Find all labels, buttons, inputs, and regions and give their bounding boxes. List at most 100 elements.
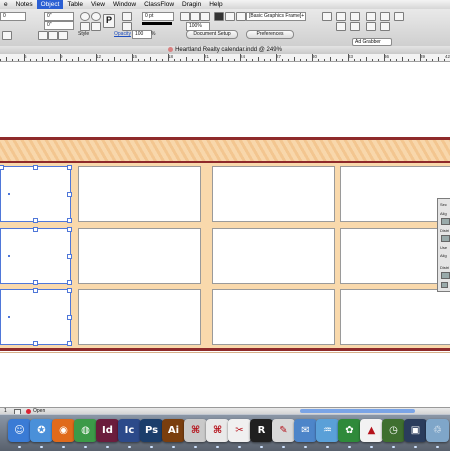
distribute-spacing-icon[interactable] [441,272,450,279]
calendar-cell[interactable] [212,228,335,284]
calendar-cell[interactable] [78,166,201,222]
wrap-shape-icon[interactable] [236,12,246,21]
use-spacing-checkbox[interactable] [441,282,448,288]
calendar-cell-selected[interactable] [0,165,72,223]
stroke-type-preview[interactable] [142,22,172,25]
dock-chrome-icon[interactable]: ◍ [74,419,97,442]
calendar-cell[interactable] [212,166,335,222]
menu-view[interactable]: View [87,0,109,9]
menu-help[interactable]: Help [205,0,226,9]
fit-frame-icon[interactable] [190,12,200,21]
chevron-banner[interactable] [0,140,450,161]
x-position-field[interactable]: 0 [0,12,26,21]
dock-safari-icon[interactable]: ✪ [30,419,53,442]
resize-handle[interactable] [33,341,38,346]
align-center-icon[interactable] [350,12,360,21]
dock-mail-icon[interactable]: ✉ [294,419,317,442]
calendar-cell[interactable] [78,289,201,345]
calendar-cell-selected[interactable] [0,227,72,285]
text-wrap-icon[interactable] [214,12,224,21]
menu-dragin[interactable]: Dragin [178,0,205,9]
horizontal-scrollbar[interactable] [300,409,415,413]
rotate-icon[interactable] [80,12,90,21]
close-icon[interactable] [168,46,174,52]
ad-grabber-tab[interactable]: Ad Grabber [352,38,392,46]
align-to-label[interactable]: Alig [440,253,447,258]
calendar-cell[interactable] [340,228,450,284]
resize-handle[interactable] [67,254,72,259]
resize-handle[interactable] [67,341,72,346]
dock-illustrator-icon[interactable]: Ai [162,419,185,442]
stroke-swatch-icon[interactable] [122,22,132,31]
dock-indesign-icon[interactable]: Id [96,419,119,442]
distribute-objects-icon[interactable] [441,235,450,242]
fit-content-icon[interactable] [180,12,190,21]
arrow-down-icon[interactable] [58,31,68,40]
fill-swatch-icon[interactable] [122,12,132,21]
align-left-icon[interactable] [336,12,346,21]
resize-handle[interactable] [67,227,72,232]
dock-monitor-icon[interactable]: ▣ [404,419,427,442]
menu-object[interactable]: Object [36,0,64,9]
width-field[interactable]: 0" [44,12,74,21]
calendar-cell[interactable] [212,289,335,345]
resize-handle[interactable] [67,165,72,170]
dock-pdf-tool-icon[interactable]: ✂ [228,419,251,442]
dock-vlc-icon[interactable]: ▲ [360,419,383,442]
align-objects-icon[interactable] [441,218,450,225]
dock-preview-icon[interactable]: ✎ [272,419,295,442]
flip-horizontal-icon[interactable] [80,22,90,31]
calendar-cell-selected[interactable] [0,288,72,346]
resize-handle[interactable] [67,192,72,197]
object-style-select[interactable]: [Basic Graphics Frame]+ [246,12,306,21]
dock-incopy-icon[interactable]: Ic [118,419,141,442]
resize-handle[interactable] [33,165,38,170]
resize-handle[interactable] [67,280,72,285]
dock-acrobat-pro-icon[interactable]: ⌘ [184,419,207,442]
resize-handle[interactable] [33,218,38,223]
resize-handle[interactable] [33,280,38,285]
resize-handle[interactable] [33,227,38,232]
dock-r-app-icon[interactable]: R [250,419,273,442]
dock-ftp-icon[interactable]: ♒ [316,419,339,442]
menu-table[interactable]: Table [63,0,87,9]
resize-handle[interactable] [0,165,4,170]
resize-handle[interactable] [67,315,72,320]
dock-trash-icon[interactable]: ♲ [426,419,449,442]
dock-photoshop-icon[interactable]: Ps [140,419,163,442]
reference-point-icon[interactable]: P [103,14,115,28]
distribute-left-icon[interactable] [336,22,346,31]
shear-icon[interactable] [91,12,101,21]
distribute-middle-icon[interactable] [380,22,390,31]
opacity-field[interactable]: 100 [132,30,152,39]
wrap-bounding-icon[interactable] [225,12,235,21]
resize-handle[interactable] [33,288,38,293]
preferences-button[interactable]: Preferences [246,30,294,39]
arrow-up-icon[interactable] [48,31,58,40]
dock-time-machine-icon[interactable]: ◷ [382,419,405,442]
dock-finder-icon[interactable]: ☺ [8,419,31,442]
distribute-top-icon[interactable] [366,22,376,31]
menu-classflow[interactable]: ClassFlow [140,0,178,9]
align-bottom-icon[interactable] [394,12,404,21]
document-setup-button[interactable]: Document Setup [186,30,238,39]
align-panel-tab[interactable]: Sec [440,202,447,207]
horizontal-ruler[interactable]: 6 9 12 15 18 21 24 27 30 33 36 39 42 [0,54,450,62]
align-middle-icon[interactable] [380,12,390,21]
height-field[interactable]: 0" [44,21,74,30]
dock-network-icon[interactable]: ✿ [338,419,361,442]
menu-window[interactable]: Window [109,0,140,9]
calendar-cell[interactable] [340,166,450,222]
calendar-cell[interactable] [340,289,450,345]
menu-edit[interactable]: e [0,0,12,9]
calendar-cell[interactable] [78,228,201,284]
stroke-weight-field[interactable]: 0 pt [142,12,174,21]
flip-vertical-icon[interactable] [91,22,101,31]
resize-handle[interactable] [67,288,72,293]
resize-handle[interactable] [67,218,72,223]
center-content-icon[interactable] [200,12,210,21]
arrow-left-icon[interactable] [2,31,12,40]
dock-acrobat-icon[interactable]: ⌘ [206,419,229,442]
distribute-center-icon[interactable] [350,22,360,31]
menu-notes[interactable]: Notes [12,0,37,9]
